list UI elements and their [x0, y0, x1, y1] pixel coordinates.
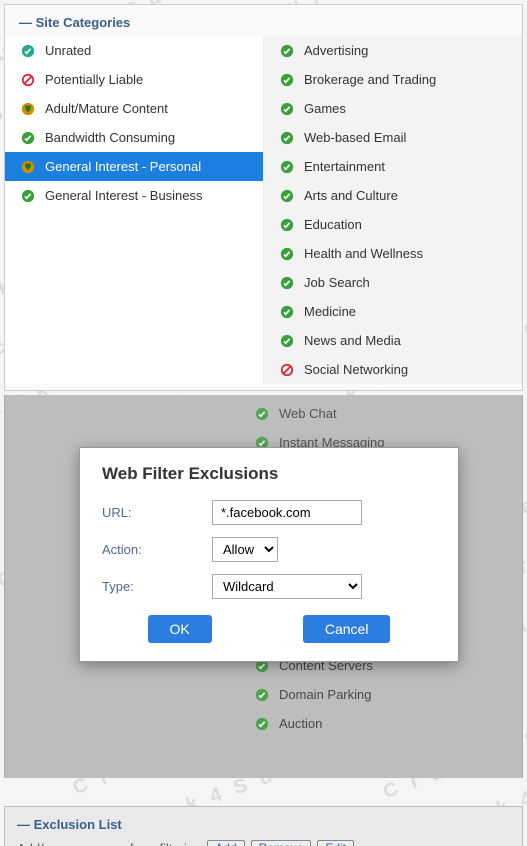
- category-label: Job Search: [304, 275, 370, 290]
- category-item[interactable]: Social Networking: [264, 355, 522, 384]
- category-item[interactable]: Brokerage and Trading: [264, 65, 522, 94]
- category-item: Auction: [5, 709, 522, 738]
- action-select[interactable]: Allow: [212, 537, 278, 562]
- category-label: Auction: [279, 716, 322, 731]
- category-label: Web Chat: [279, 406, 337, 421]
- category-label: News and Media: [304, 333, 401, 348]
- category-right-column: Advertising Brokerage and Trading Games Web…: [264, 36, 522, 384]
- exclusion-subtitle: Add/remove pages from filtering: [17, 841, 201, 846]
- site-categories-panel: Site Categories Unrated Potentially Liabl…: [4, 4, 523, 391]
- category-item[interactable]: Web-based Email: [264, 123, 522, 152]
- category-label: Brokerage and Trading: [304, 72, 436, 87]
- remove-button[interactable]: Remove: [251, 840, 312, 846]
- category-item[interactable]: News and Media: [264, 326, 522, 355]
- blocked-icon: [21, 73, 35, 87]
- category-label: Adult/Mature Content: [45, 101, 168, 116]
- check-circle-icon: [280, 276, 294, 290]
- category-label: Games: [304, 101, 346, 116]
- category-label: Web-based Email: [304, 130, 406, 145]
- category-item[interactable]: Health and Wellness: [264, 239, 522, 268]
- type-label: Type:: [102, 579, 212, 594]
- site-categories-title: Site Categories: [5, 5, 522, 36]
- check-circle-icon: [255, 407, 269, 421]
- category-item[interactable]: Unrated: [5, 36, 263, 65]
- category-item[interactable]: Education: [264, 210, 522, 239]
- check-circle-icon: [21, 189, 35, 203]
- category-label: General Interest - Personal: [45, 159, 201, 174]
- category-item[interactable]: Job Search: [264, 268, 522, 297]
- category-item[interactable]: Potentially Liable: [5, 65, 263, 94]
- blocked-icon: [280, 363, 294, 377]
- exclusion-list-panel: Exclusion List Add/remove pages from fil…: [4, 806, 523, 846]
- check-circle-icon: [255, 717, 269, 731]
- category-item: Web Chat: [5, 399, 522, 428]
- cancel-button[interactable]: Cancel: [303, 615, 391, 643]
- category-label: Health and Wellness: [304, 246, 423, 261]
- category-label: Medicine: [304, 304, 356, 319]
- category-label: Bandwidth Consuming: [45, 130, 175, 145]
- ok-button[interactable]: OK: [148, 615, 212, 643]
- type-select[interactable]: Wildcard: [212, 574, 362, 599]
- category-label: Entertainment: [304, 159, 385, 174]
- category-label: Unrated: [45, 43, 91, 58]
- category-item[interactable]: General Interest - Personal: [5, 152, 263, 181]
- category-item[interactable]: Adult/Mature Content: [5, 94, 263, 123]
- check-circle-icon: [280, 218, 294, 232]
- category-item[interactable]: Arts and Culture: [264, 181, 522, 210]
- category-item[interactable]: Advertising: [264, 36, 522, 65]
- check-circle-icon: [21, 44, 35, 58]
- check-circle-icon: [280, 73, 294, 87]
- web-filter-exclusions-dialog: Web Filter Exclusions URL: Action: Allow…: [79, 447, 459, 662]
- edit-button[interactable]: Edit: [317, 840, 354, 846]
- warning-icon: [21, 102, 35, 116]
- warning-icon: [21, 160, 35, 174]
- category-item[interactable]: Games: [264, 94, 522, 123]
- category-left-column: Unrated Potentially Liable Adult/Mature Co…: [5, 36, 264, 384]
- category-item[interactable]: Bandwidth Consuming: [5, 123, 263, 152]
- add-button[interactable]: Add: [207, 840, 244, 846]
- check-circle-icon: [280, 44, 294, 58]
- check-circle-icon: [21, 131, 35, 145]
- url-input[interactable]: [212, 500, 362, 525]
- category-label: Advertising: [304, 43, 368, 58]
- category-item[interactable]: General Interest - Business: [5, 181, 263, 210]
- category-label: Social Networking: [304, 362, 408, 377]
- check-circle-icon: [280, 247, 294, 261]
- check-circle-icon: [280, 305, 294, 319]
- category-label: Education: [304, 217, 362, 232]
- dialog-title: Web Filter Exclusions: [102, 464, 436, 484]
- check-circle-icon: [280, 102, 294, 116]
- category-item[interactable]: Entertainment: [264, 152, 522, 181]
- check-circle-icon: [255, 688, 269, 702]
- check-circle-icon: [280, 189, 294, 203]
- category-label: Potentially Liable: [45, 72, 143, 87]
- category-item: Domain Parking: [5, 680, 522, 709]
- exclusion-title: Exclusion List: [5, 813, 522, 836]
- category-label: Domain Parking: [279, 687, 372, 702]
- check-circle-icon: [280, 131, 294, 145]
- category-label: Arts and Culture: [304, 188, 398, 203]
- category-label: General Interest - Business: [45, 188, 203, 203]
- action-label: Action:: [102, 542, 212, 557]
- check-circle-icon: [280, 160, 294, 174]
- category-item[interactable]: Medicine: [264, 297, 522, 326]
- url-label: URL:: [102, 505, 212, 520]
- dialog-backdrop: Web ChatInstant Messaging Web Filter Exc…: [4, 395, 523, 778]
- check-circle-icon: [280, 334, 294, 348]
